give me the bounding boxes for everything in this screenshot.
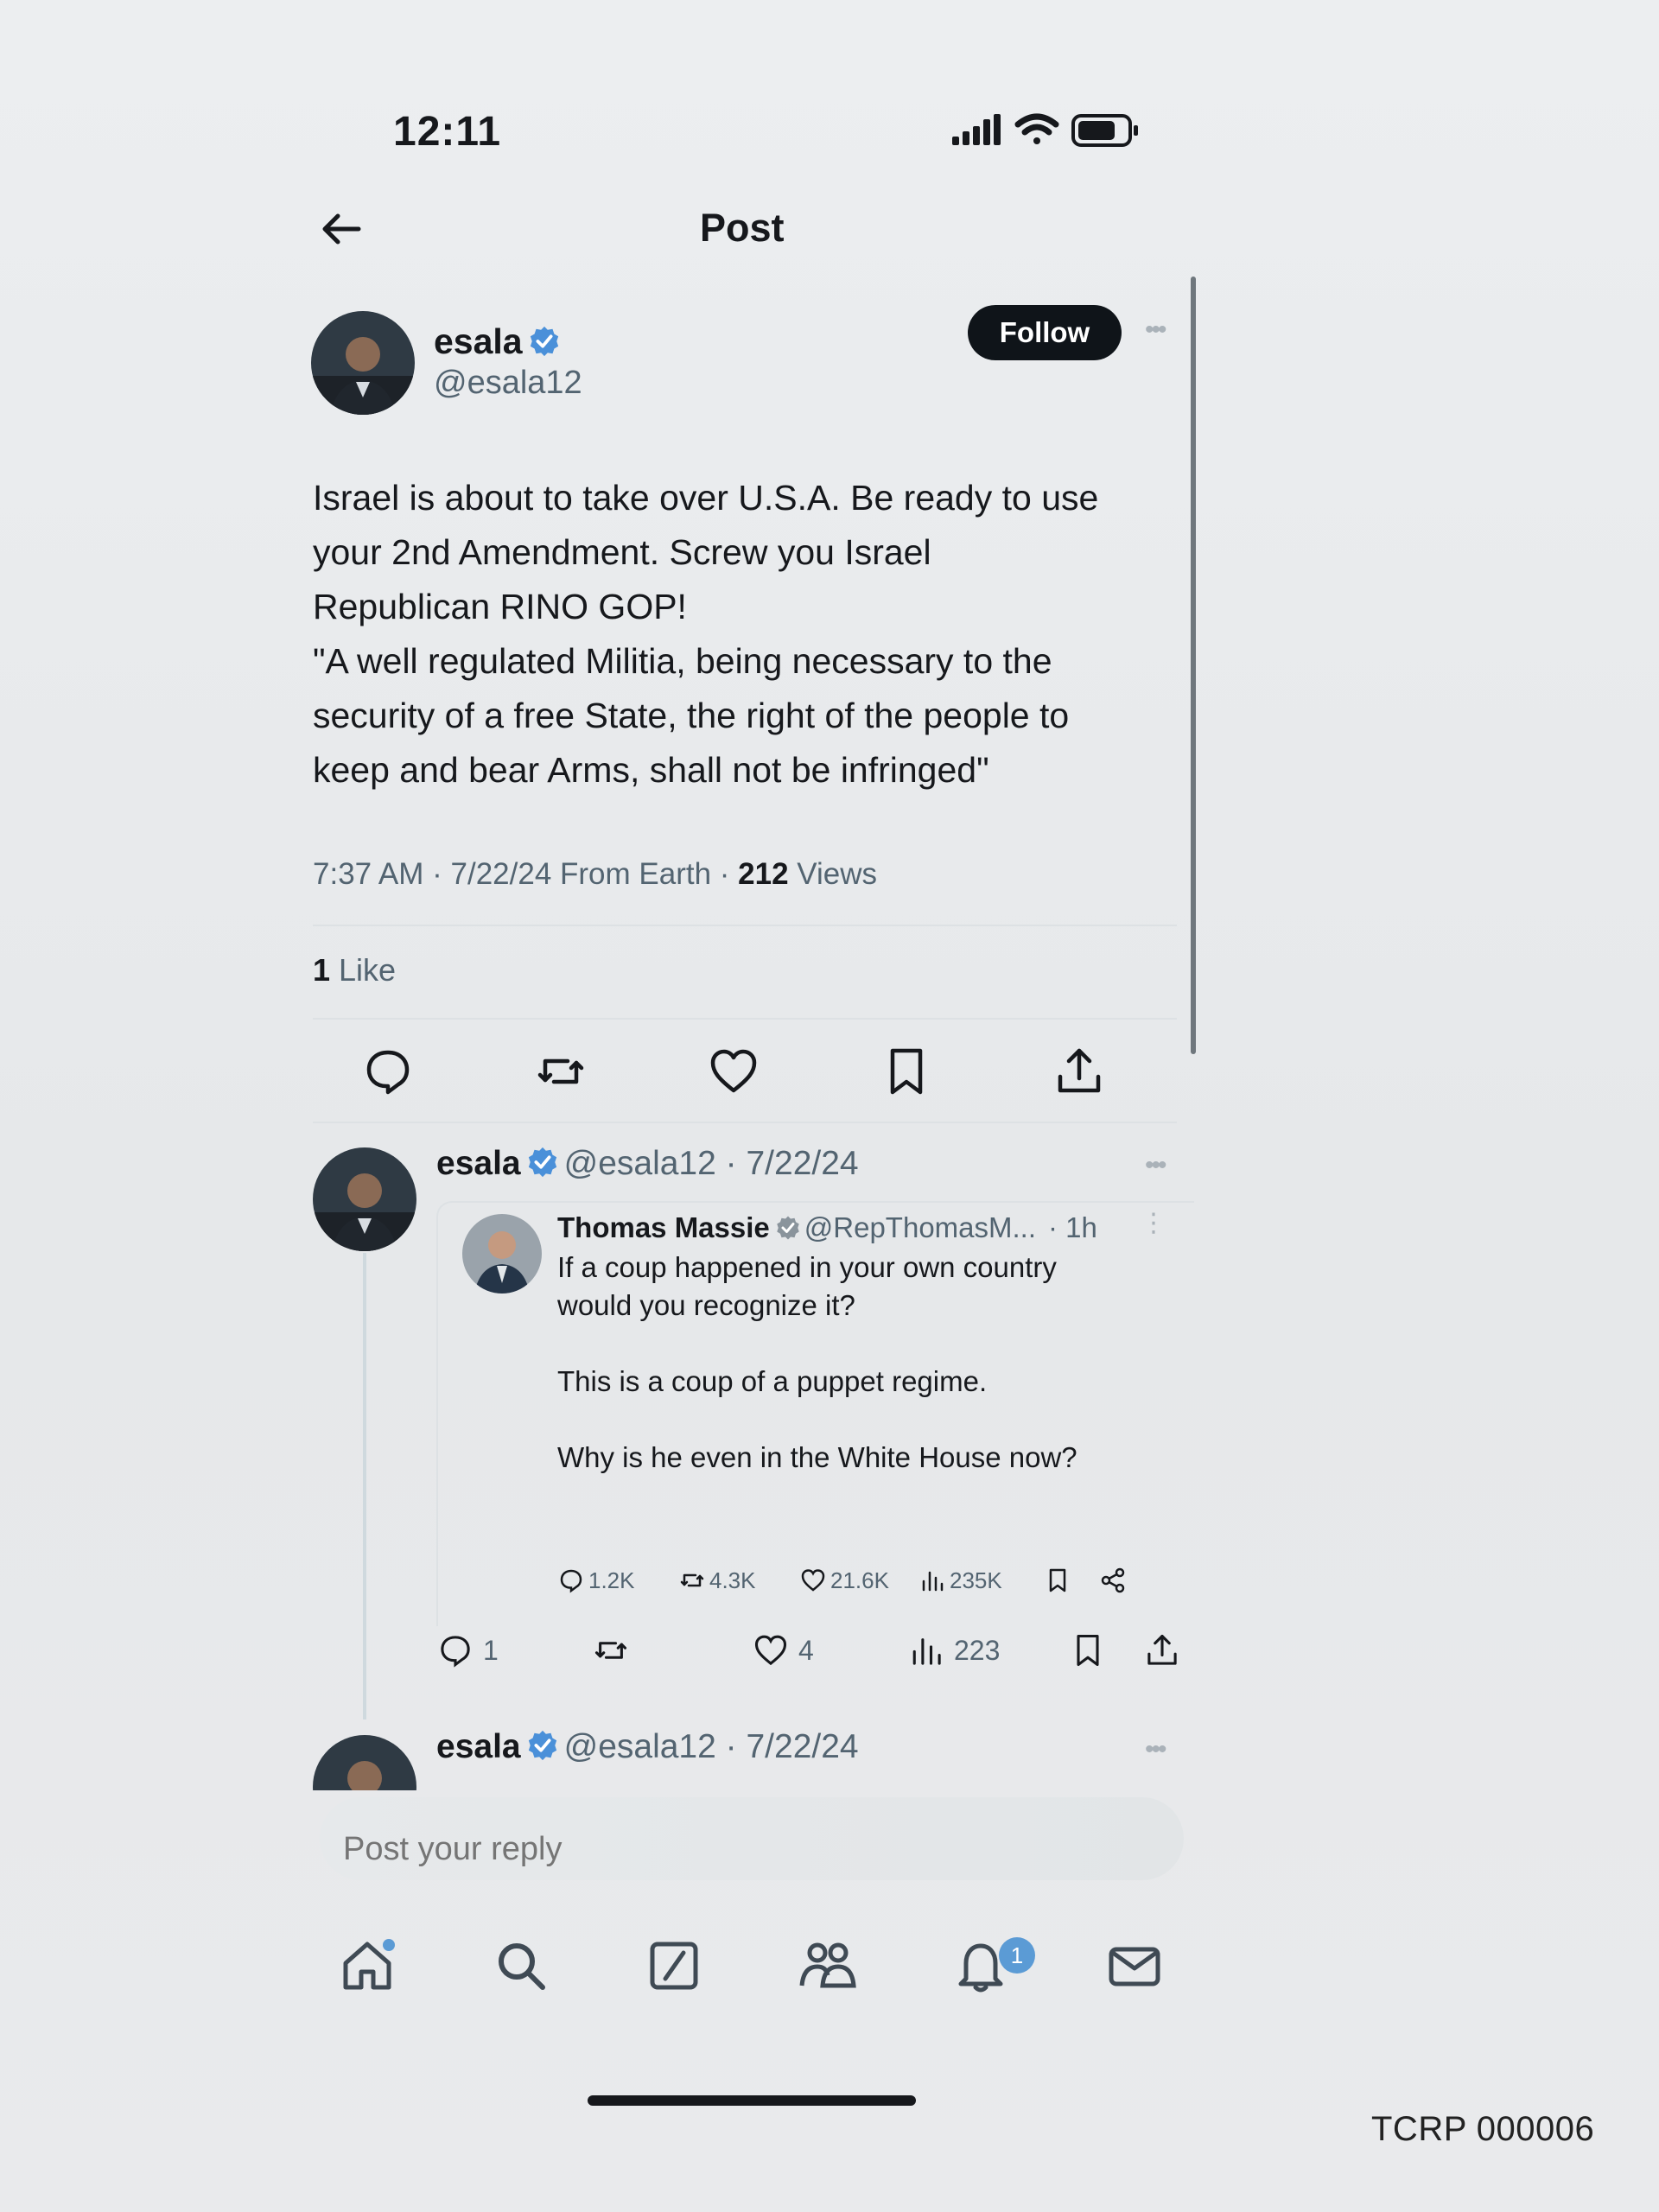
- reply-bookmark-button[interactable]: [1069, 1631, 1107, 1669]
- quote-views: 235K: [918, 1567, 1002, 1594]
- views-icon: [912, 1638, 941, 1665]
- more-options-icon[interactable]: •••: [1145, 1735, 1166, 1764]
- share-icon: [1147, 1634, 1177, 1665]
- reply2-author-avatar[interactable]: [313, 1735, 416, 1790]
- bookmark-icon: [1077, 1634, 1099, 1667]
- notifications-badge: 1: [999, 1937, 1035, 1974]
- more-options-icon[interactable]: •••: [1145, 315, 1166, 345]
- search-icon[interactable]: [491, 1936, 551, 1996]
- reply2-author-name: esala: [436, 1728, 521, 1765]
- scrollbar[interactable]: [1191, 276, 1196, 1054]
- signal-icon: [952, 114, 1001, 145]
- quote-author-name: Thomas Massie: [557, 1211, 770, 1243]
- reply-icon: [441, 1636, 470, 1668]
- quote-text: If a coup happened in your own country w…: [557, 1251, 1077, 1473]
- views-icon: [922, 1571, 944, 1592]
- bookmark-icon: [1049, 1568, 1066, 1592]
- likes-summary[interactable]: 1 Like: [313, 952, 396, 988]
- author-handle[interactable]: @esala12: [434, 365, 582, 402]
- repost-icon: [680, 1573, 704, 1587]
- home-indicator[interactable]: [588, 2095, 916, 2106]
- post-action-bar: [313, 1044, 1177, 1113]
- verified-badge-icon: [528, 1147, 556, 1178]
- home-unread-dot: [383, 1939, 395, 1951]
- quote-reposts: 4.3K: [678, 1567, 756, 1594]
- verified-badge-icon: [777, 1216, 799, 1240]
- back-arrow-icon[interactable]: [315, 203, 367, 255]
- thread-line: [363, 1253, 366, 1719]
- reply-handle-date: @esala12 · 7/22/24: [563, 1145, 859, 1182]
- reply-share-button[interactable]: [1143, 1631, 1181, 1669]
- communities-icon[interactable]: [797, 1936, 857, 1996]
- reply-repost-button[interactable]: [592, 1631, 630, 1669]
- reply2-handle-date: @esala12 · 7/22/24: [563, 1728, 859, 1765]
- verified-badge-icon: [530, 326, 558, 357]
- quote-time: · 1h: [1048, 1211, 1097, 1243]
- reply-author-name: esala: [436, 1145, 521, 1182]
- reply-author-avatar[interactable]: [313, 1147, 416, 1251]
- divider: [313, 1122, 1177, 1123]
- reply-input[interactable]: [341, 1830, 1122, 1869]
- like-icon: [754, 1635, 787, 1666]
- share-nodes-icon: [1101, 1567, 1125, 1593]
- follow-button[interactable]: Follow: [968, 305, 1122, 360]
- quote-stats: 1.2K 4.3K 21.6K 235K: [557, 1567, 1179, 1605]
- grok-icon[interactable]: [644, 1936, 704, 1996]
- quote-author-avatar: [462, 1214, 542, 1294]
- quote-share: [1099, 1567, 1127, 1594]
- wifi-icon: [1014, 113, 1059, 144]
- author-name[interactable]: esala: [434, 321, 561, 362]
- verified-badge-icon: [528, 1730, 556, 1761]
- quote-author-handle: @RepThomasM...: [804, 1211, 1037, 1243]
- reply-like-button[interactable]: 4: [752, 1631, 814, 1669]
- divider: [313, 925, 1177, 926]
- reply-action-bar: 1 4 223: [436, 1631, 1197, 1683]
- repost-icon[interactable]: [533, 1044, 588, 1099]
- reply-reply-button[interactable]: 1: [436, 1631, 499, 1669]
- phone-screen: 12:11 Post esala @esala12 Follow ••• Isr…: [294, 69, 1201, 2106]
- reply-views-button[interactable]: 223: [907, 1631, 1000, 1669]
- repost-icon: [594, 1642, 627, 1659]
- post-meta: 7:37 AM · 7/22/24 From Earth · 212 Views: [313, 857, 878, 891]
- post-text: Israel is about to take over U.S.A. Be r…: [313, 478, 1099, 790]
- quote-replies: 1.2K: [557, 1567, 635, 1594]
- reply-2[interactable]: esala @esala12 · 7/22/24 •••: [294, 1728, 1201, 1790]
- reply-icon: [560, 1569, 582, 1593]
- share-icon[interactable]: [1052, 1044, 1107, 1099]
- like-icon[interactable]: [706, 1044, 761, 1099]
- divider: [313, 1018, 1177, 1020]
- views-count: 212: [738, 857, 789, 891]
- status-icons: [952, 113, 1138, 147]
- author-avatar[interactable]: [311, 311, 415, 415]
- reply-icon[interactable]: [360, 1044, 416, 1099]
- more-options-icon[interactable]: •••: [1145, 1151, 1166, 1180]
- bookmark-icon[interactable]: [879, 1044, 934, 1099]
- messages-icon[interactable]: [1104, 1936, 1165, 1996]
- bates-number: TCRP 000006: [1371, 2110, 1595, 2148]
- quote-more-icon: ⋮: [1141, 1209, 1166, 1237]
- quote-likes: 21.6K: [799, 1567, 889, 1594]
- status-time: 12:11: [393, 109, 502, 155]
- like-icon: [801, 1569, 825, 1592]
- quote-bookmark: [1044, 1567, 1071, 1594]
- bottom-tab-bar: [320, 1936, 1184, 2013]
- reply-header[interactable]: esala @esala12 · 7/22/24: [436, 1145, 859, 1183]
- battery-icon: [1071, 114, 1138, 147]
- page-title: Post: [700, 206, 785, 250]
- reply2-header[interactable]: esala @esala12 · 7/22/24: [436, 1728, 859, 1766]
- quote-header: Thomas Massie @RepThomasM... · 1h: [557, 1211, 1097, 1244]
